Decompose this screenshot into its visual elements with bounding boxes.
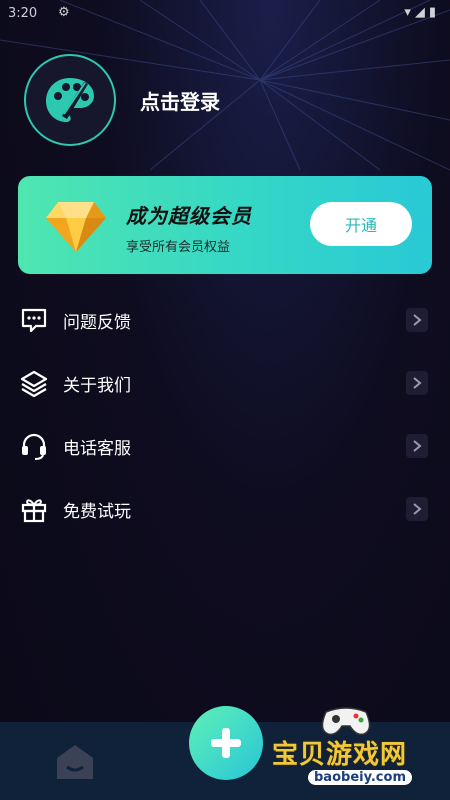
diamond-icon bbox=[46, 202, 106, 252]
add-button[interactable] bbox=[189, 706, 263, 780]
activate-vip-button[interactable]: 开通 bbox=[310, 202, 412, 246]
status-bar: 3:20 ⚙ ▾◢▮ bbox=[0, 0, 450, 28]
chevron-right-icon bbox=[406, 308, 428, 332]
home-icon bbox=[57, 745, 93, 779]
watermark-url: baobeiy.com bbox=[308, 770, 412, 785]
login-link[interactable]: 点击登录 bbox=[140, 86, 220, 115]
gift-icon bbox=[21, 499, 47, 523]
gamepad-logo bbox=[321, 707, 371, 736]
chevron-right-icon bbox=[406, 371, 428, 395]
avatar[interactable] bbox=[24, 54, 116, 146]
layers-icon bbox=[20, 370, 48, 397]
headset-icon bbox=[22, 433, 46, 460]
chevron-right-icon bbox=[406, 434, 428, 458]
feedback-message-icon bbox=[21, 308, 47, 333]
vip-title: 成为超级会员 bbox=[126, 204, 252, 228]
menu-item-customer-service[interactable]: 电话客服 bbox=[0, 414, 450, 477]
vip-subtitle: 享受所有会员权益 bbox=[126, 240, 231, 255]
menu-label-free-trial: 免费试玩 bbox=[63, 502, 131, 522]
palette-icon bbox=[46, 78, 94, 122]
settings-menu: 问题反馈 关于我们 电话客服 免费试玩 bbox=[0, 288, 450, 540]
menu-label-feedback: 问题反馈 bbox=[63, 313, 131, 333]
menu-item-about[interactable]: 关于我们 bbox=[0, 351, 450, 414]
menu-item-free-trial[interactable]: 免费试玩 bbox=[0, 477, 450, 540]
status-icons: ▾◢▮ bbox=[404, 5, 440, 20]
vip-banner: 成为超级会员 享受所有会员权益 开通 bbox=[18, 176, 432, 274]
nav-home-button[interactable] bbox=[54, 742, 96, 786]
settings-status-icon: ⚙ bbox=[58, 5, 70, 20]
status-time: 3:20 bbox=[8, 6, 38, 21]
plus-icon bbox=[211, 728, 241, 758]
menu-item-feedback[interactable]: 问题反馈 bbox=[0, 288, 450, 351]
menu-label-customer-service: 电话客服 bbox=[63, 439, 131, 459]
watermark-title: 宝贝游戏网 bbox=[272, 740, 408, 770]
watermark: 宝贝游戏网 baobeiy.com bbox=[268, 700, 444, 796]
chevron-right-icon bbox=[406, 497, 428, 521]
menu-label-about: 关于我们 bbox=[63, 376, 131, 396]
